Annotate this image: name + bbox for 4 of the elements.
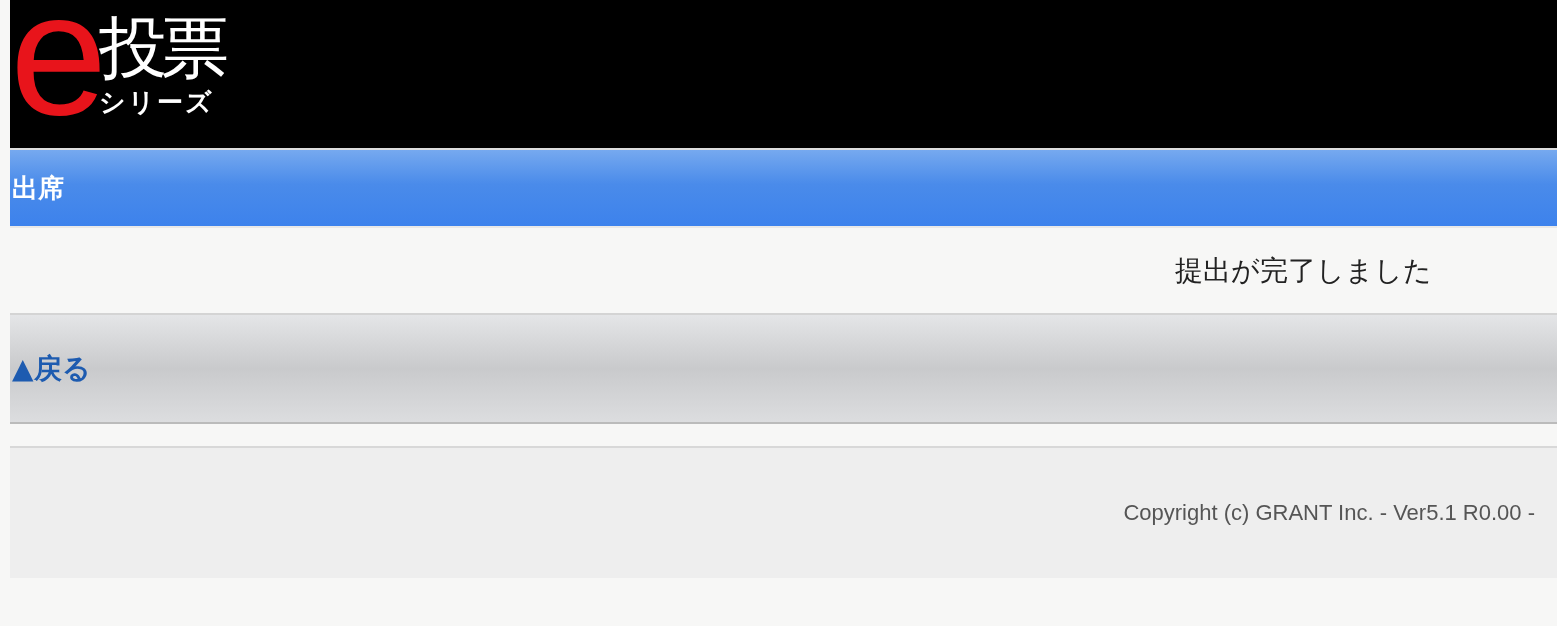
copyright-text: Copyright (c) GRANT Inc. - Ver5.1 R0.00 - [1123,500,1535,526]
completion-message: 提出が完了しました [1175,252,1432,289]
page-title: 出席 [12,171,64,205]
back-link[interactable]: ▲戻る [12,349,91,388]
